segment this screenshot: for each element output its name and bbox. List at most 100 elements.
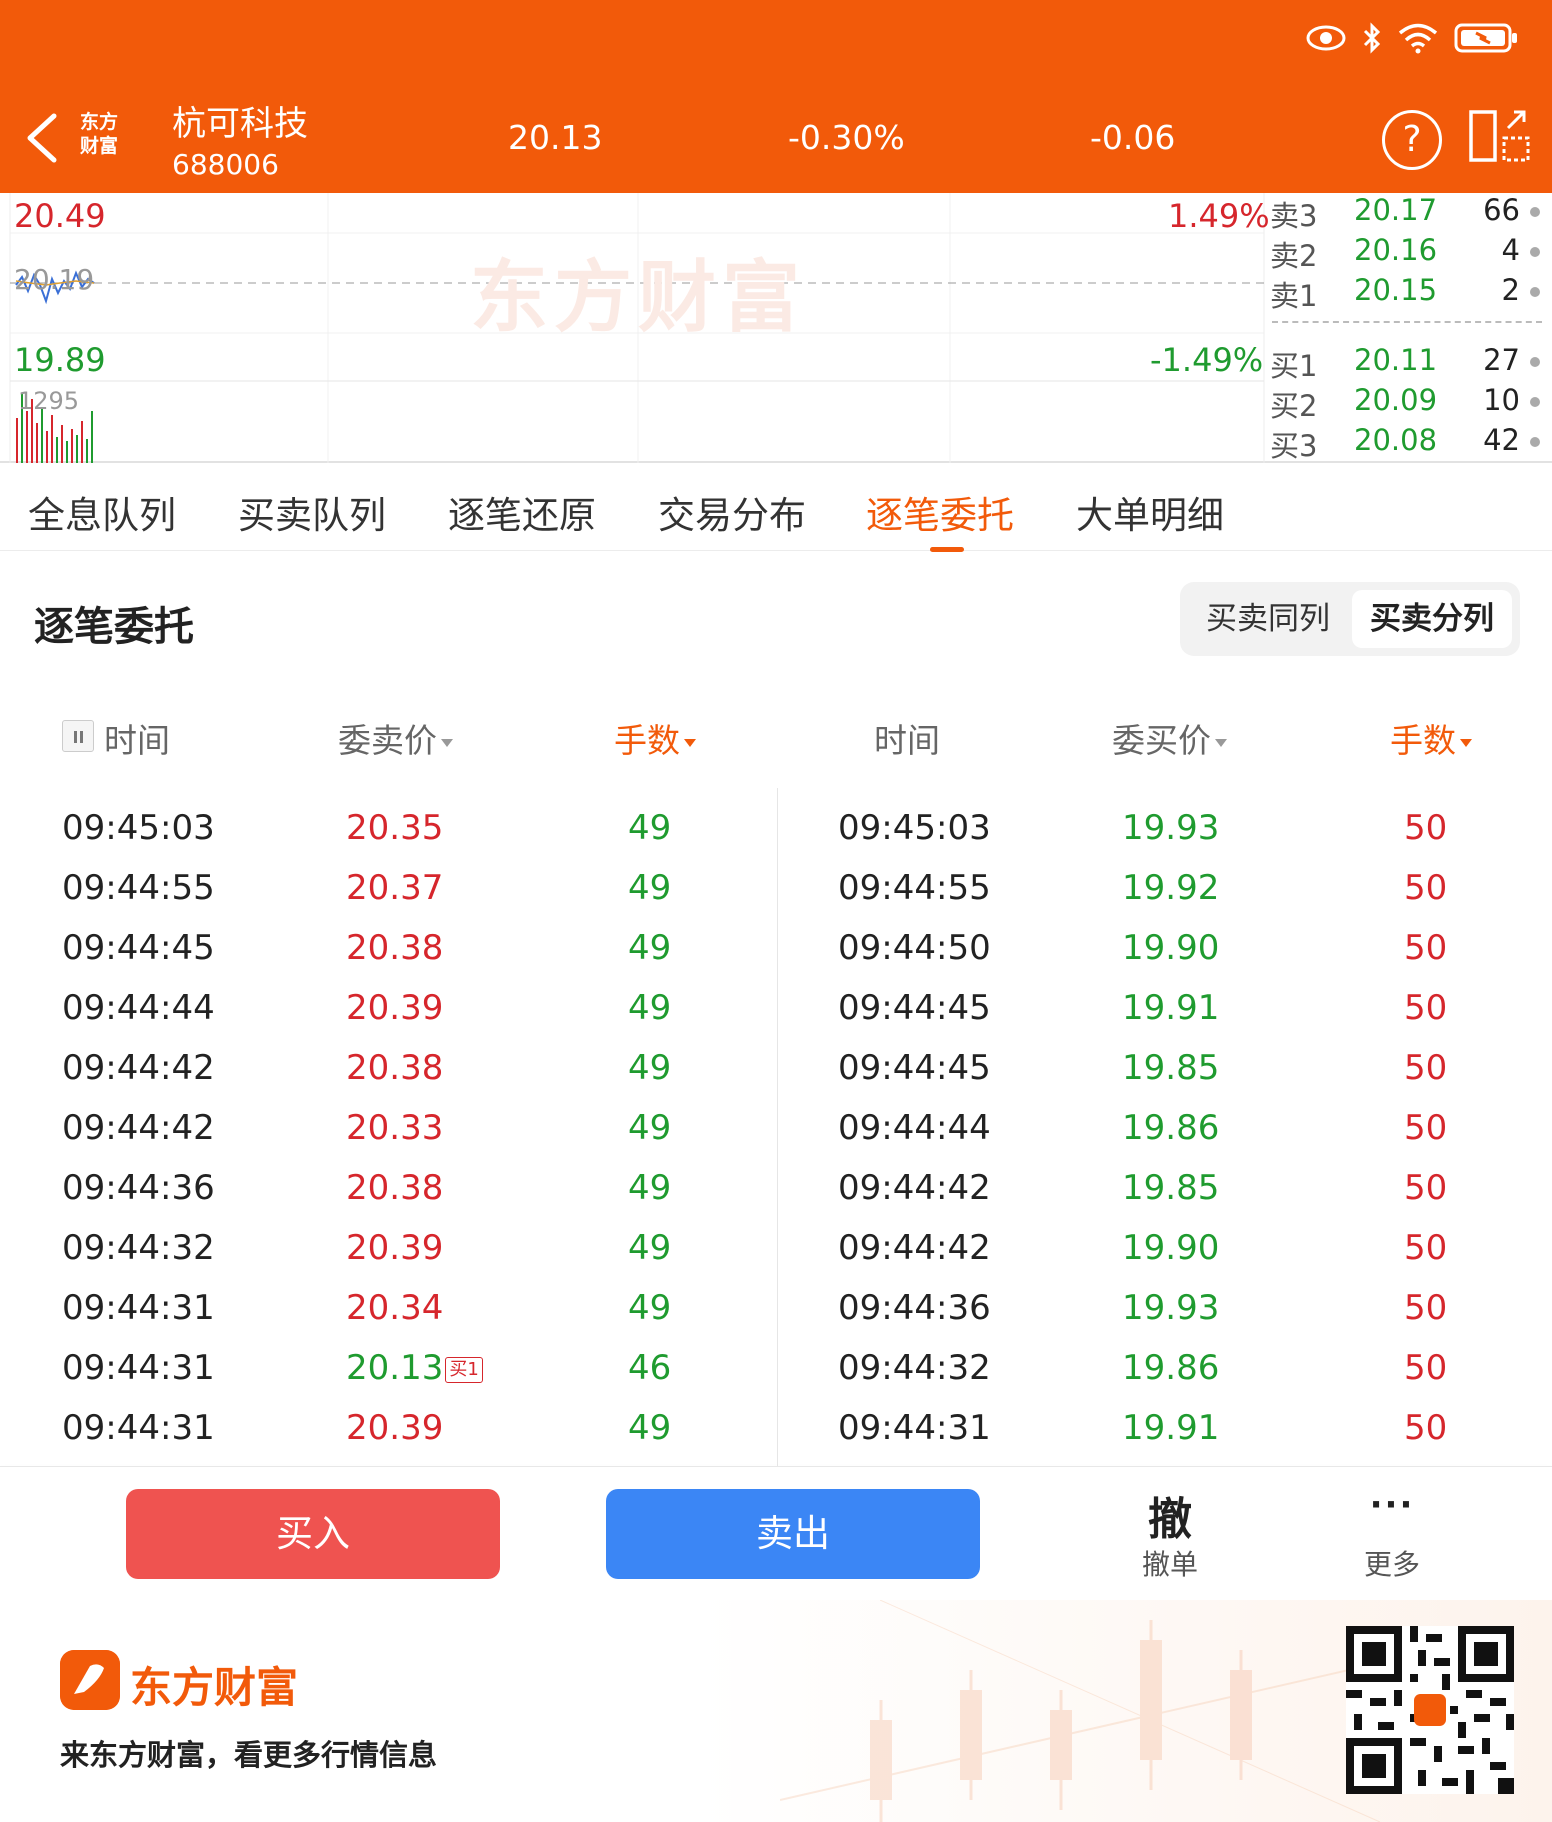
buy-price-cell-text: 19.93 [1122,1288,1220,1328]
sell-qty-cell-text: 49 [628,988,672,1028]
bid-label: 买2 [1270,389,1318,423]
table-row[interactable]: 09:44:31 20.13 买1 46 09:44:32 19.86 50 [0,1336,1552,1396]
table-row[interactable]: 09:44:55 20.37 49 09:44:55 19.92 50 [0,856,1552,916]
sell-qty-cell-text: 49 [628,1408,672,1448]
sell-qty-cell-text: 49 [628,1228,672,1268]
volume-label: 1295 [18,387,80,415]
footer-slogan: 来东方财富，看更多行情信息 [60,1738,438,1772]
back-button[interactable] [20,110,64,166]
buy-time-cell: 09:44:36 [838,1288,991,1328]
buy-qty-cell: 50 [1404,988,1447,1028]
sell-time-cell: 09:44:45 [62,928,215,968]
bid-volume: 10 [1483,383,1520,417]
table-row[interactable]: 09:44:36 20.38 49 09:44:42 19.85 50 [0,1156,1552,1216]
col-buy-time[interactable]: 时间 [874,714,940,762]
tab-bar: 全息队列 买卖队列 逐笔还原 交易分布 逐笔委托 大单明细 [0,465,1552,551]
sell-qty-cell-text: 49 [628,1048,672,1088]
table-row[interactable]: 09:44:42 20.38 49 09:44:45 19.85 50 [0,1036,1552,1096]
order-book-divider [1272,321,1542,323]
sort-caret-icon [441,738,453,747]
bluetooth-icon [1363,22,1381,54]
buy-time-cell-text: 09:44:50 [838,928,991,968]
app-root: 东方 财富 杭可科技 688006 20.13 -0.30% -0.06 ? 东… [0,0,1552,1822]
buy-time-cell: 09:44:55 [838,868,991,908]
ask-price: 20.15 [1354,273,1438,307]
buy-time-cell-text: 09:44:36 [838,1288,991,1328]
buy-price-cell: 19.90 [1122,1228,1219,1268]
pause-icon[interactable] [62,720,94,752]
table-row[interactable]: 09:44:31 20.39 49 09:44:31 19.91 50 [0,1396,1552,1456]
stock-name: 杭可科技 [172,104,308,144]
buy-qty-cell: 50 [1404,1288,1447,1328]
stock-code: 688006 [172,148,279,181]
sell-qty-cell: 49 [628,808,671,848]
tab-tick-orders[interactable]: 逐笔委托 [866,485,1014,539]
sell-button[interactable]: 卖出 [606,1489,980,1579]
col-buy-qty[interactable]: 手数 [1390,714,1472,762]
chart-watermark: 东方财富 [470,253,807,343]
tab-tick-restore[interactable]: 逐笔还原 [448,485,596,539]
tab-bid-ask-queue[interactable]: 买卖队列 [238,485,386,539]
buy-price-cell: 19.86 [1122,1108,1219,1148]
buy-qty-cell: 50 [1404,1348,1447,1388]
buy-price-cell: 19.93 [1122,808,1219,848]
buy-qty-cell-text: 50 [1404,1288,1448,1328]
col-buy-price[interactable]: 委买价 [1112,714,1227,762]
bid-label: 买3 [1270,429,1318,463]
bid-row: 买1 20.11 27 [1268,343,1548,383]
table-row[interactable]: 09:45:03 20.35 49 09:45:03 19.93 50 [0,796,1552,856]
col-sell-qty[interactable]: 手数 [614,714,696,762]
table-row[interactable]: 09:44:44 20.39 49 09:44:45 19.91 50 [0,976,1552,1036]
buy-price-cell: 19.92 [1122,868,1219,908]
table-row[interactable]: 09:44:31 20.34 49 09:44:36 19.93 50 [0,1276,1552,1336]
sell-time-cell-text: 09:45:03 [62,808,215,848]
qr-code [1346,1626,1514,1794]
sell-time-cell: 09:44:32 [62,1228,215,1268]
layout-switch-icon[interactable] [1468,108,1532,164]
table-row[interactable]: 09:44:45 20.38 49 09:44:50 19.90 50 [0,916,1552,976]
tab-large-orders[interactable]: 大单明细 [1076,485,1224,539]
buy-qty-cell: 50 [1404,1408,1447,1448]
buy-button[interactable]: 买入 [126,1489,500,1579]
buy-price-cell-text: 19.91 [1122,988,1220,1028]
order-table[interactable]: 09:45:03 20.35 49 09:45:03 19.93 50 09:44:55 20… [0,780,1552,1466]
buy-time-cell: 09:45:03 [838,808,991,848]
buy-price-cell-text: 19.93 [1122,808,1220,848]
buy-qty-cell-text: 50 [1404,1408,1448,1448]
promo-footer: 东方财富 来东方财富，看更多行情信息 [0,1600,1552,1822]
tab-full-queue[interactable]: 全息队列 [28,485,176,539]
sell-time-cell: 09:44:31 [62,1288,215,1328]
sell-time-cell-text: 09:44:31 [62,1348,215,1388]
sell-time-cell-text: 09:44:32 [62,1228,215,1268]
help-button[interactable]: ? [1382,110,1442,170]
buy-price-cell-text: 19.85 [1122,1048,1220,1088]
col-sell-time[interactable]: 时间 [104,714,170,762]
table-row[interactable]: 09:44:42 20.33 49 09:44:44 19.86 50 [0,1096,1552,1156]
buy-qty-cell: 50 [1404,1108,1447,1148]
ask-label: 卖1 [1270,279,1318,313]
sell-time-cell: 09:44:42 [62,1048,215,1088]
buy-qty-cell: 50 [1404,868,1447,908]
sell-qty-cell-text: 49 [628,868,672,908]
sell-qty-cell: 49 [628,1108,671,1148]
sell-price-cell-text: 20.33 [346,1108,444,1148]
intraday-chart[interactable]: 东方财富 20.49 1.49% 20.19 19.89 -1.49% 1295… [0,193,1552,463]
buy-qty-cell-text: 50 [1404,1348,1448,1388]
toggle-split-column[interactable]: 买卖分列 [1352,590,1512,648]
dot-icon [1530,357,1540,367]
dot-icon [1530,207,1540,217]
buy-time-cell-text: 09:44:45 [838,1048,991,1088]
col-sell-price[interactable]: 委卖价 [338,714,453,762]
table-row[interactable]: 09:44:32 20.39 49 09:44:42 19.90 50 [0,1216,1552,1276]
buy-time-cell-text: 09:44:31 [838,1408,991,1448]
sell-price-cell-text: 20.37 [346,868,444,908]
tab-trade-distribution[interactable]: 交易分布 [658,485,806,539]
dot-icon [1530,287,1540,297]
bid-volume: 27 [1483,343,1520,377]
sell-qty-cell: 49 [628,1288,671,1328]
buy-time-cell: 09:44:42 [838,1168,991,1208]
toggle-same-column[interactable]: 买卖同列 [1188,590,1348,648]
cancel-order-icon: 撤 [1148,1494,1192,1545]
ask-row: 卖1 20.15 2 [1268,273,1548,313]
low-price-label: 19.89 [14,341,106,379]
